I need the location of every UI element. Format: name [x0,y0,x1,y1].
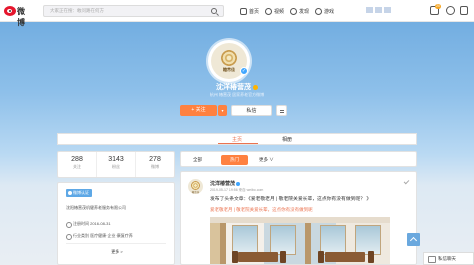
weibo-logo[interactable]: 微博 [4,4,32,27]
search-icon[interactable] [211,8,217,14]
nav-discover[interactable]: 发现 [290,7,310,15]
nav-discover-label: 发现 [299,8,310,15]
search-placeholder: 大家正在搜：敢问路在何方 [50,8,104,13]
nav-game-label: 游戏 [324,8,335,15]
feed-tab-hot[interactable]: 热门 [221,155,248,165]
feed-filter-tabs: 全部 热门 更多 ∨ [180,151,417,167]
flower-logo-icon [221,49,237,66]
follow-dropdown-button[interactable]: ▾ [218,105,227,116]
stat-following-num: 288 [71,156,83,163]
stat-followers-label: 粉丝 [112,164,120,169]
industry: 行业类别 医疗健康·企业·康复疗养 [66,233,133,240]
settings-icon[interactable] [446,6,455,15]
flower-logo-icon [191,181,200,190]
avatar-brand: 糖芾佳 [223,66,235,72]
top-nav-bar: 微博 大家正在搜：敢问路在何方 首页 视频 发现 游戏 20 [0,0,474,27]
vip-icon [253,84,258,90]
private-chat-bar[interactable]: 私信聊天 [423,252,474,265]
compose-icon[interactable] [460,6,468,15]
profile-tab-bar: 主页 相册 [57,133,417,145]
register-time: 注册时间 2016-08-31 [66,221,111,228]
follow-button[interactable]: + 关注 [180,105,217,116]
tab-album[interactable]: 相册 [282,136,292,143]
nav-home-label: 首页 [249,8,260,15]
more-menu-icon[interactable] [276,105,287,116]
search-input[interactable]: 大家正在搜：敢问路在何方 [43,5,224,17]
chat-label: 私信聊天 [438,256,456,261]
post-image[interactable] [210,217,390,264]
post-text: 发布了头条文章：《爱老敬老月 | 敬老院关爱长辈，这点你有没有做到呢？ 》 [210,197,372,202]
nav-game[interactable]: 游戏 [315,7,335,15]
message-button[interactable]: 私信 [231,105,272,116]
discover-icon [290,7,298,15]
stat-followers[interactable]: 3143 粉丝 [97,152,136,177]
stat-followers-num: 3143 [108,156,124,163]
post-author[interactable]: 沈洋椿营茂 [210,181,235,187]
video-icon [265,7,273,15]
feed-tab-all[interactable]: 全部 [193,157,202,163]
main-nav: 首页 视频 发现 游戏 [240,6,340,16]
profile-stats: 288 关注 3143 粉丝 278 微博 [57,151,175,178]
profile-name-row: 沈洋椿营茂 [0,82,474,92]
profile-info-card: 微博认证 沈阳椿营茂机健养老服务有限公司 注册时间 2016-08-31 行业类… [57,182,175,265]
profile-description: 杭州 椿营茂 居家养老官方微博 [209,92,265,97]
post-article-link[interactable]: 爱老敬老月 | 敬老院关爱长辈，这点你有没有做到呢 [210,206,410,213]
weibo-post: 糖芾佳 沈洋椿营茂 2019-05-17 19:56 来自 weibo.com … [180,171,417,265]
more-info-link[interactable]: 更多 > [58,249,176,255]
feed-tab-more[interactable]: 更多 ∨ [259,157,274,163]
post-author-row: 沈洋椿营茂 [210,180,241,187]
verified-icon: ✓ [240,67,248,75]
org-name: 沈阳椿营茂机健养老服务有限公司 [66,205,126,210]
nav-video[interactable]: 视频 [265,7,285,15]
weibo-eye-icon [4,6,16,16]
back-to-top-button[interactable] [407,233,420,246]
stat-posts-num: 278 [149,156,161,163]
game-icon [315,7,323,15]
nav-home[interactable]: 首页 [240,7,260,15]
post-timestamp[interactable]: 2019-05-17 19:56 来自 weibo.com [210,188,263,193]
verification-badge: 微博认证 [66,189,92,197]
post-avatar-brand: 糖芾佳 [191,191,200,194]
profile-avatar[interactable]: 糖芾佳 [208,40,250,82]
profile-name: 沈洋椿营茂 [216,84,251,91]
stat-posts-label: 微博 [151,164,159,169]
stat-following[interactable]: 288 关注 [58,152,97,177]
notification-badge: 20 [435,4,441,9]
active-tab-indicator [218,142,258,144]
stat-following-label: 关注 [73,164,81,169]
verified-icon [236,181,241,186]
info-divider [66,243,166,244]
post-avatar[interactable]: 糖芾佳 [188,179,203,194]
logo-text: 微博 [17,7,25,27]
stat-posts[interactable]: 278 微博 [136,152,174,177]
chevron-down-icon[interactable] [403,178,410,185]
home-icon [240,7,247,15]
user-name-placeholder[interactable] [366,7,418,15]
nav-video-label: 视频 [274,8,285,15]
message-icon[interactable]: 20 [430,4,441,15]
